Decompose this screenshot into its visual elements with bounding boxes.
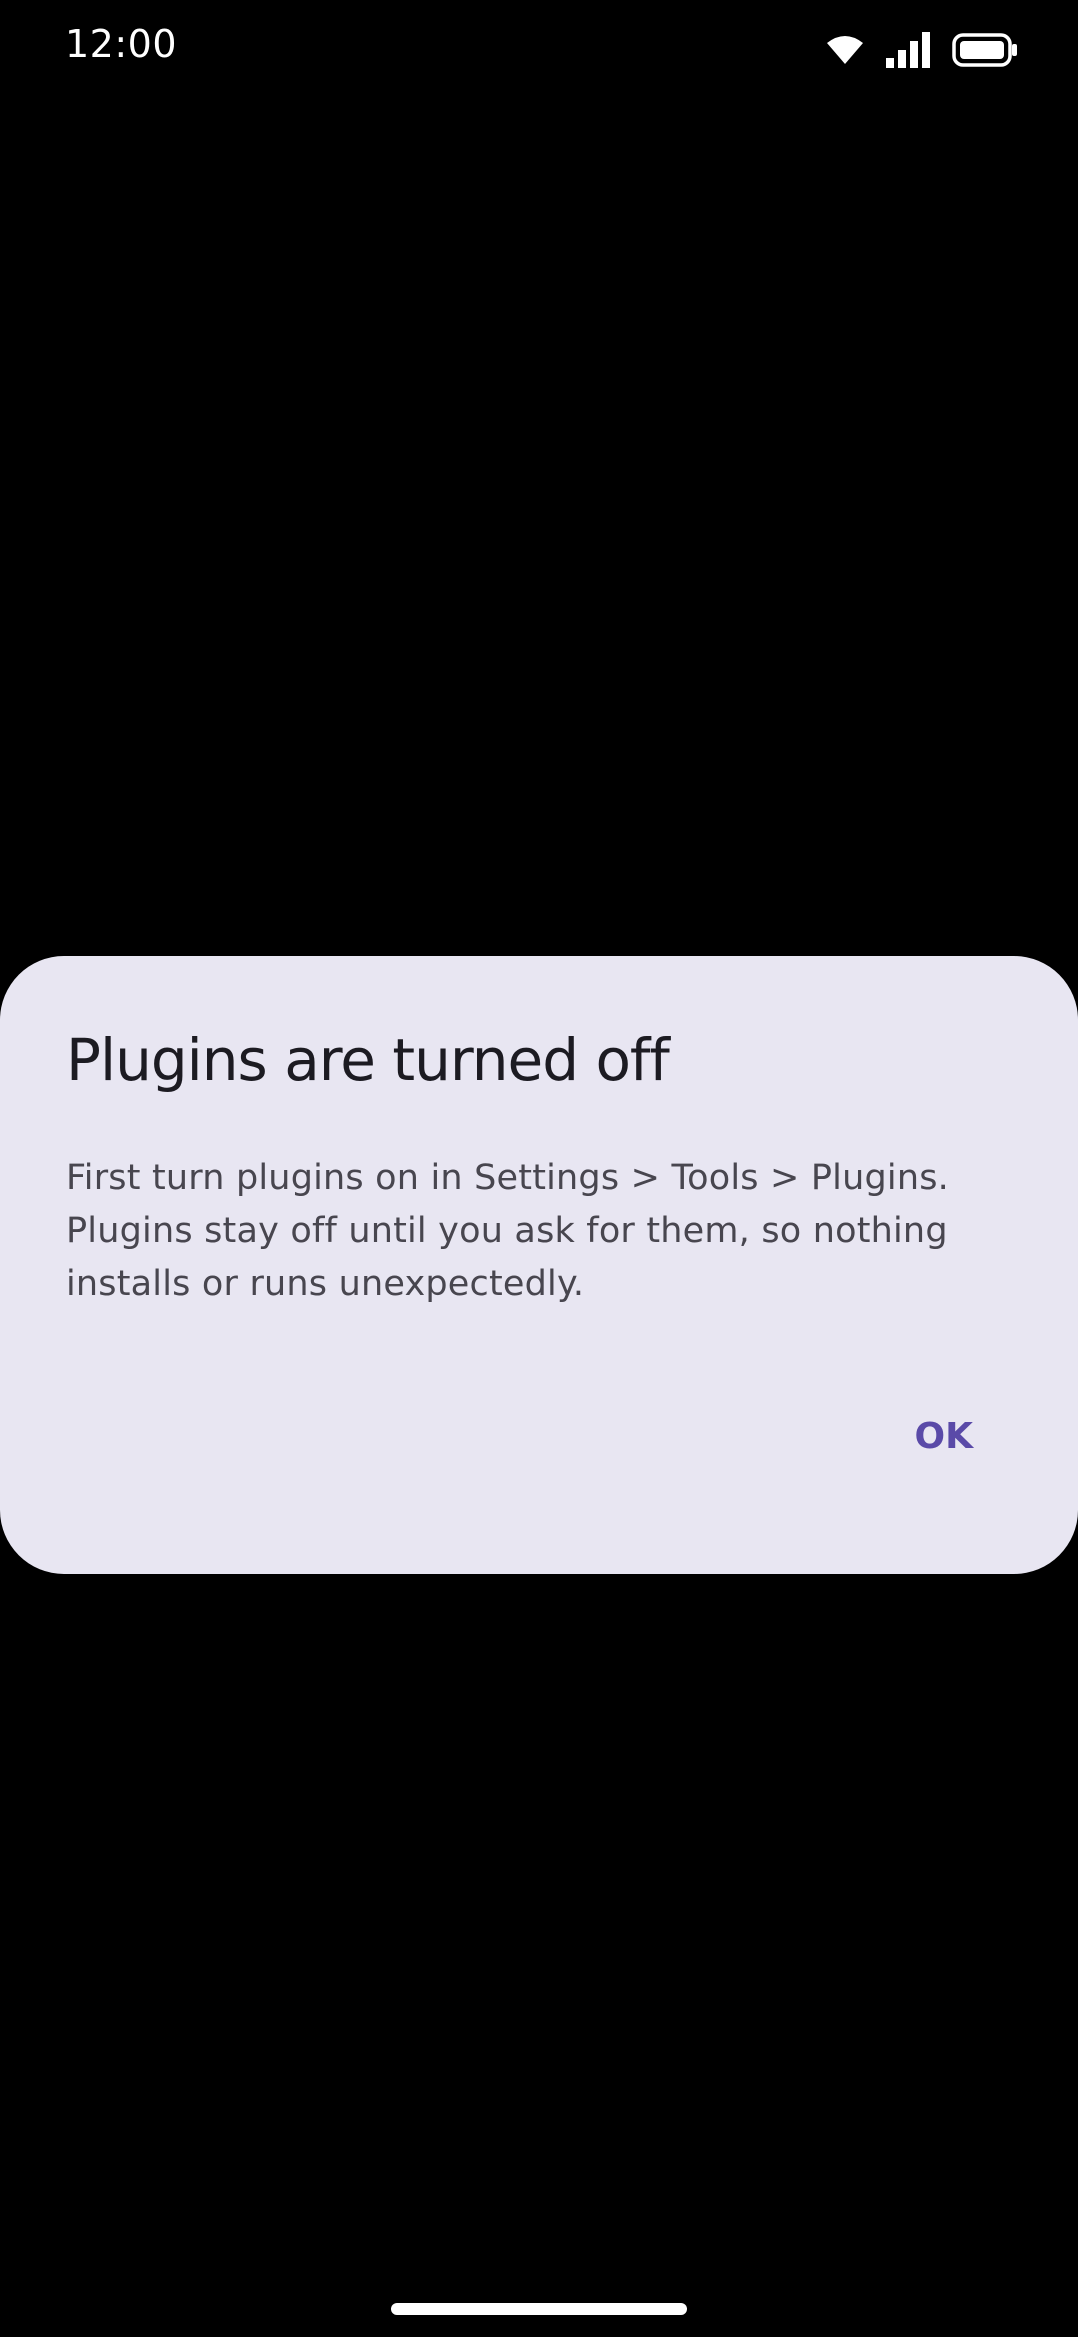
dialog-message-line: installs or runs unexpectedly. [66, 1264, 585, 1304]
ok-button[interactable]: OK [915, 1416, 974, 1457]
cellular-signal-icon [886, 32, 930, 68]
status-icons [826, 30, 1018, 70]
dialog-title: Plugins are turned off [66, 1026, 670, 1094]
status-time: 12:00 [65, 22, 178, 66]
home-gesture-bar[interactable] [391, 2303, 687, 2315]
plugins-off-dialog: Plugins are turned off First turn plugin… [0, 956, 1078, 1574]
screen: 12:00 Plugins are turned off First turn … [0, 0, 1078, 2337]
dialog-message-line: Plugins stay off until you ask for them,… [66, 1211, 948, 1251]
status-bar: 12:00 [0, 0, 1078, 96]
dialog-message: First turn plugins on in Settings > Tool… [66, 1152, 966, 1311]
dialog-message-line: First turn plugins on in Settings > Tool… [66, 1158, 949, 1198]
wifi-icon [826, 35, 864, 65]
battery-icon [952, 33, 1018, 67]
